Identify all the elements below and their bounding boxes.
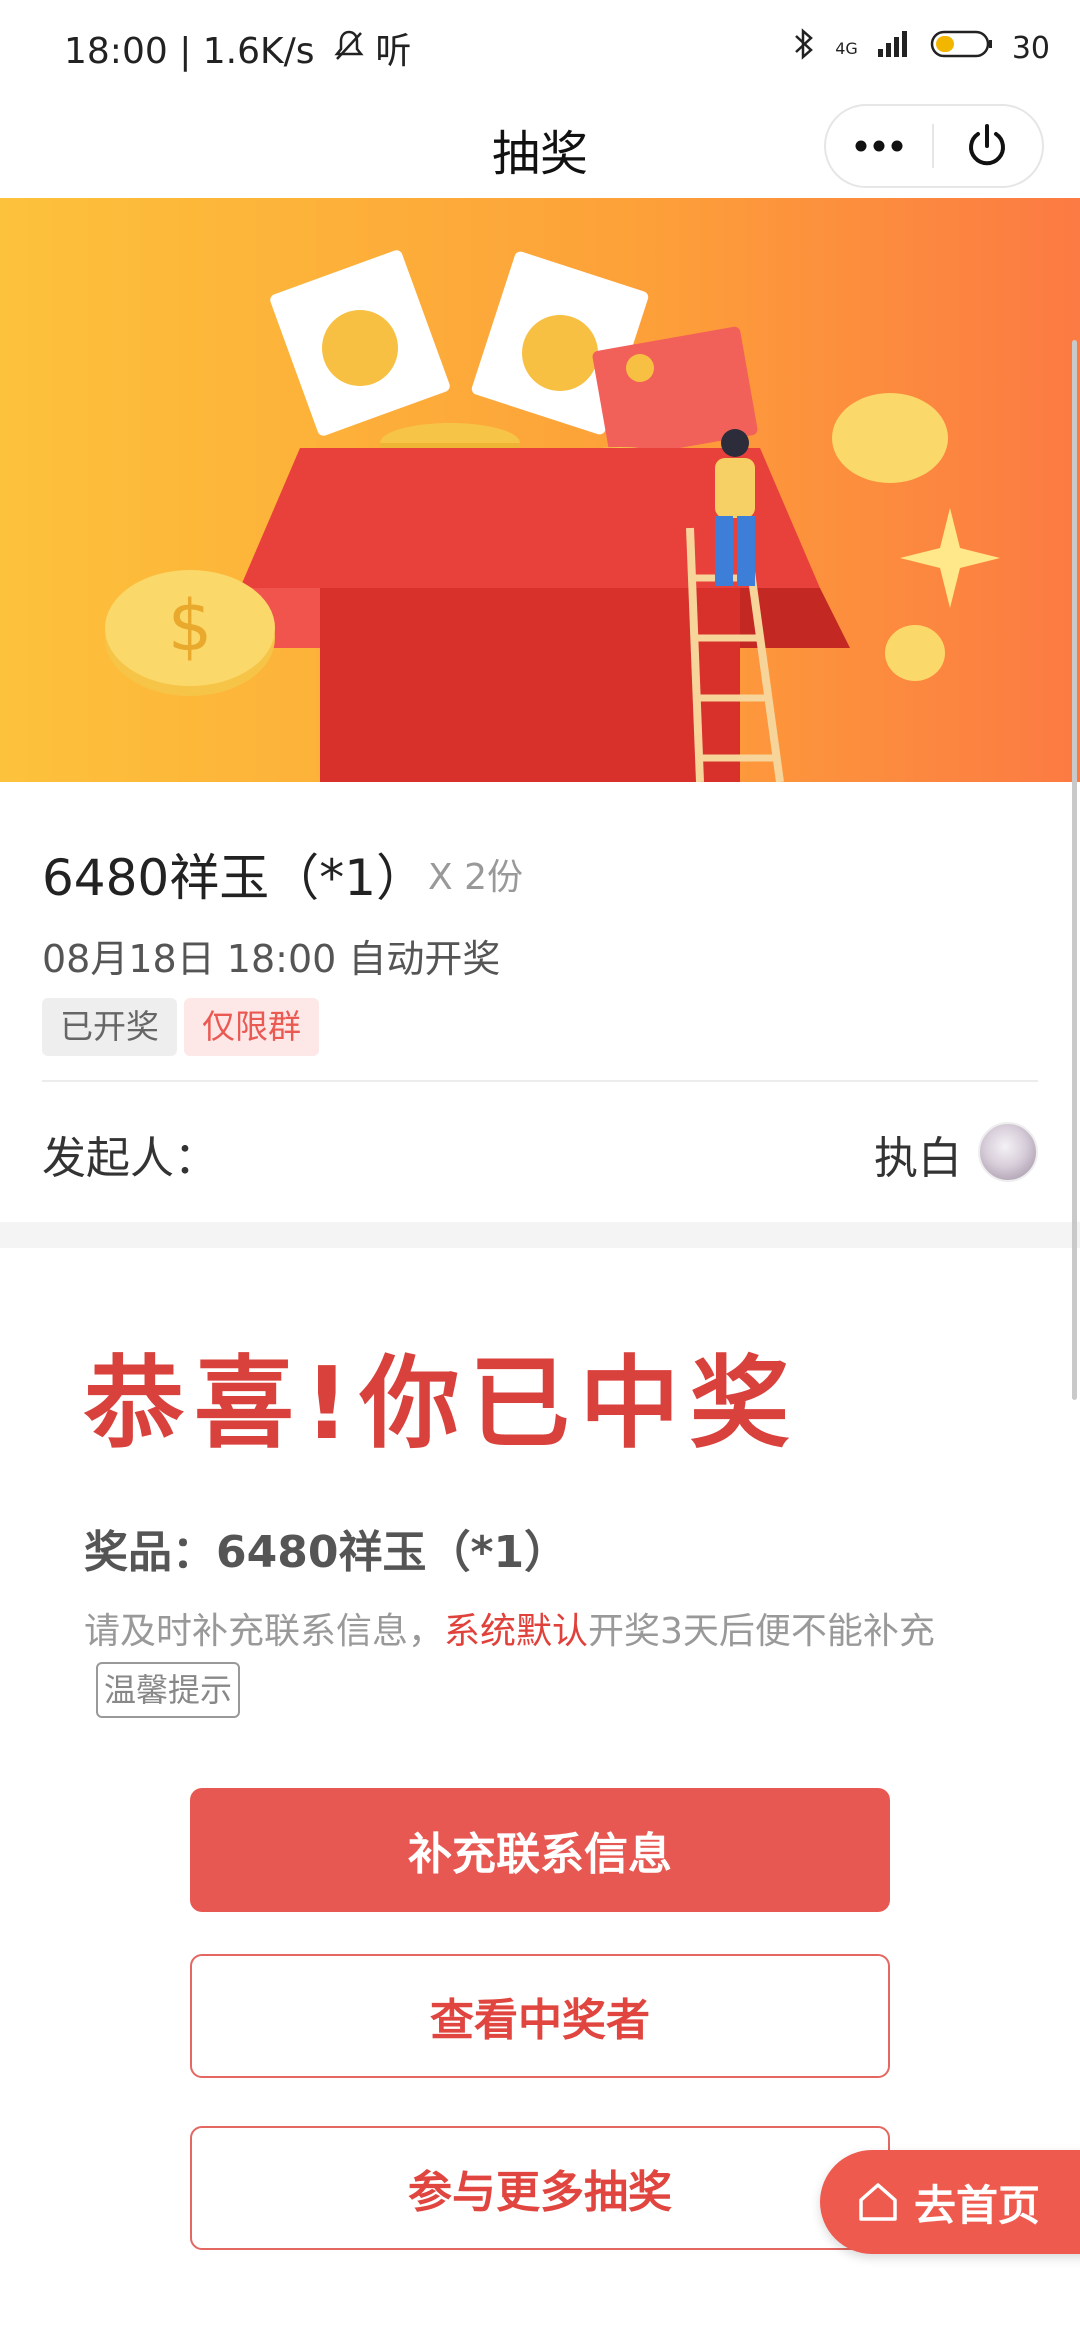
status-time-speed: 18:00 | 1.6K/s <box>64 31 315 72</box>
status-time: 18:00 | 1.6K/s 听 <box>64 22 411 74</box>
lottery-banner: $ <box>0 198 1080 782</box>
status-bar: 18:00 | 1.6K/s 听 4G 30 <box>0 0 1080 96</box>
fill-contact-button[interactable]: 补充联系信息 <box>190 1788 890 1912</box>
tip-badge: 温馨提示 <box>96 1662 241 1718</box>
status-badge-group-only: 仅限群 <box>184 998 319 1056</box>
prize-quantity: X 2份 <box>428 857 524 898</box>
status-right: 4G 30 <box>791 26 1050 70</box>
more-button[interactable] <box>826 106 932 186</box>
battery-level: 30 <box>1011 30 1050 66</box>
signal-icon <box>876 29 912 67</box>
nav-bar: 抽奖 <box>0 96 1080 198</box>
won-prize-line: 奖品：6480祥玉（*1） <box>84 1527 569 1578</box>
battery-icon <box>930 28 994 68</box>
gift-box-illustration: $ <box>0 198 1080 782</box>
contact-tip: 请及时补充联系信息，系统默认开奖3天后便不能补充 <box>84 1602 935 1654</box>
sponsor-avatar[interactable] <box>978 1122 1038 1182</box>
sponsor-label: 发起人： <box>42 1133 218 1184</box>
win-headline: 恭喜!你已中奖 <box>84 1345 800 1462</box>
prize-title: 6480祥玉（*1） <box>42 849 427 907</box>
tip-highlight: 系统默认 <box>444 1611 589 1652</box>
close-button[interactable] <box>934 106 1040 186</box>
power-icon <box>969 124 1005 166</box>
more-lottery-button[interactable]: 参与更多抽奖 <box>190 2126 890 2250</box>
view-winners-button[interactable]: 查看中奖者 <box>190 1954 890 2078</box>
home-icon <box>859 2183 897 2221</box>
svg-text:$: $ <box>168 585 213 667</box>
listen-label: 听 <box>375 31 412 72</box>
tip-prefix: 请及时补充联系信息， <box>84 1611 445 1652</box>
lottery-info-card: 6480祥玉（*1） X 2份 08月18日 18:00 自动开奖 已开奖 仅限… <box>0 782 1080 1222</box>
go-home-button[interactable]: 去首页 <box>820 2150 1080 2254</box>
open-time: 08月18日 18:00 自动开奖 <box>42 937 501 981</box>
tip-suffix: 开奖3天后便不能补充 <box>588 1611 935 1652</box>
mini-program-capsule <box>824 104 1044 188</box>
network-label: 4G <box>835 38 858 58</box>
status-badge-opened: 已开奖 <box>42 998 177 1056</box>
more-dots-icon <box>855 140 903 152</box>
sponsor-name[interactable]: 执白 <box>874 1122 962 1186</box>
card-divider <box>42 1080 1038 1082</box>
scrollbar[interactable] <box>1072 340 1077 1400</box>
go-home-label: 去首页 <box>914 2180 1041 2230</box>
bluetooth-icon <box>791 26 817 70</box>
section-gap <box>0 1222 1080 1248</box>
mute-bell-icon <box>334 30 375 72</box>
